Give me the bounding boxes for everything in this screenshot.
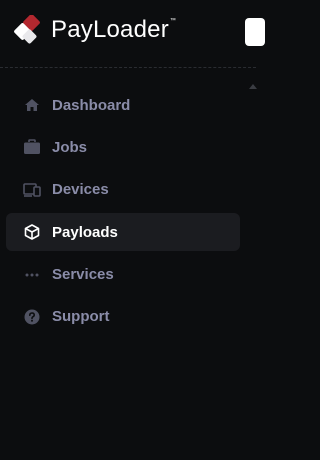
sidebar-header: PayLoader ™ xyxy=(0,0,265,68)
sidebar-item-payloads[interactable]: Payloads xyxy=(6,213,240,252)
brand-name: PayLoader xyxy=(51,16,169,43)
sidebar-item-label: Support xyxy=(52,308,110,326)
home-icon xyxy=(22,95,42,115)
sidebar-item-services[interactable]: Services xyxy=(6,256,240,294)
sidebar-item-devices[interactable]: Devices xyxy=(6,171,240,209)
sidebar-item-dashboard[interactable]: Dashboard xyxy=(6,86,240,124)
sidebar-item-jobs[interactable]: Jobs xyxy=(6,128,240,166)
trademark-mark: ™ xyxy=(169,18,176,24)
package-icon xyxy=(22,222,42,242)
sidebar-item-label: Payloads xyxy=(52,223,118,241)
scroll-up-icon[interactable] xyxy=(249,84,257,89)
dots-icon xyxy=(22,265,42,285)
help-icon xyxy=(22,307,42,327)
sidebar: PayLoader ™ Dashboard Jobs Devices Paylo… xyxy=(0,0,265,460)
devices-icon xyxy=(22,180,42,200)
sidebar-nav: Dashboard Jobs Devices Payloads Services… xyxy=(6,86,240,340)
sidebar-item-label: Devices xyxy=(52,181,109,199)
payloader-logo-icon xyxy=(14,15,40,44)
sidebar-item-label: Jobs xyxy=(52,138,88,156)
brand-logo[interactable]: PayLoader ™ xyxy=(14,15,176,45)
briefcase-icon xyxy=(22,137,42,157)
header-panel-edge[interactable] xyxy=(245,18,265,46)
sidebar-item-support[interactable]: Support xyxy=(6,298,240,336)
sidebar-item-label: Dashboard xyxy=(52,96,131,114)
sidebar-item-label: Services xyxy=(52,266,114,284)
